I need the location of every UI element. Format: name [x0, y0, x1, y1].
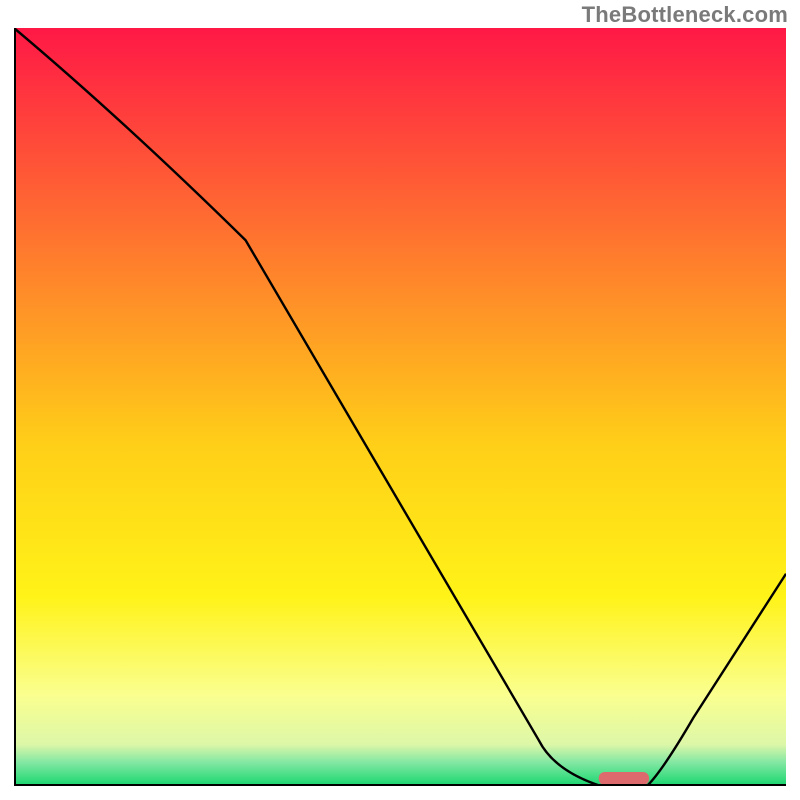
chart-overlay	[14, 28, 786, 786]
optimal-marker	[599, 772, 649, 785]
axes	[15, 28, 786, 785]
plot-area	[14, 28, 786, 786]
chart-container: TheBottleneck.com	[0, 0, 800, 800]
bottleneck-curve	[14, 28, 786, 786]
watermark-text: TheBottleneck.com	[582, 2, 788, 28]
